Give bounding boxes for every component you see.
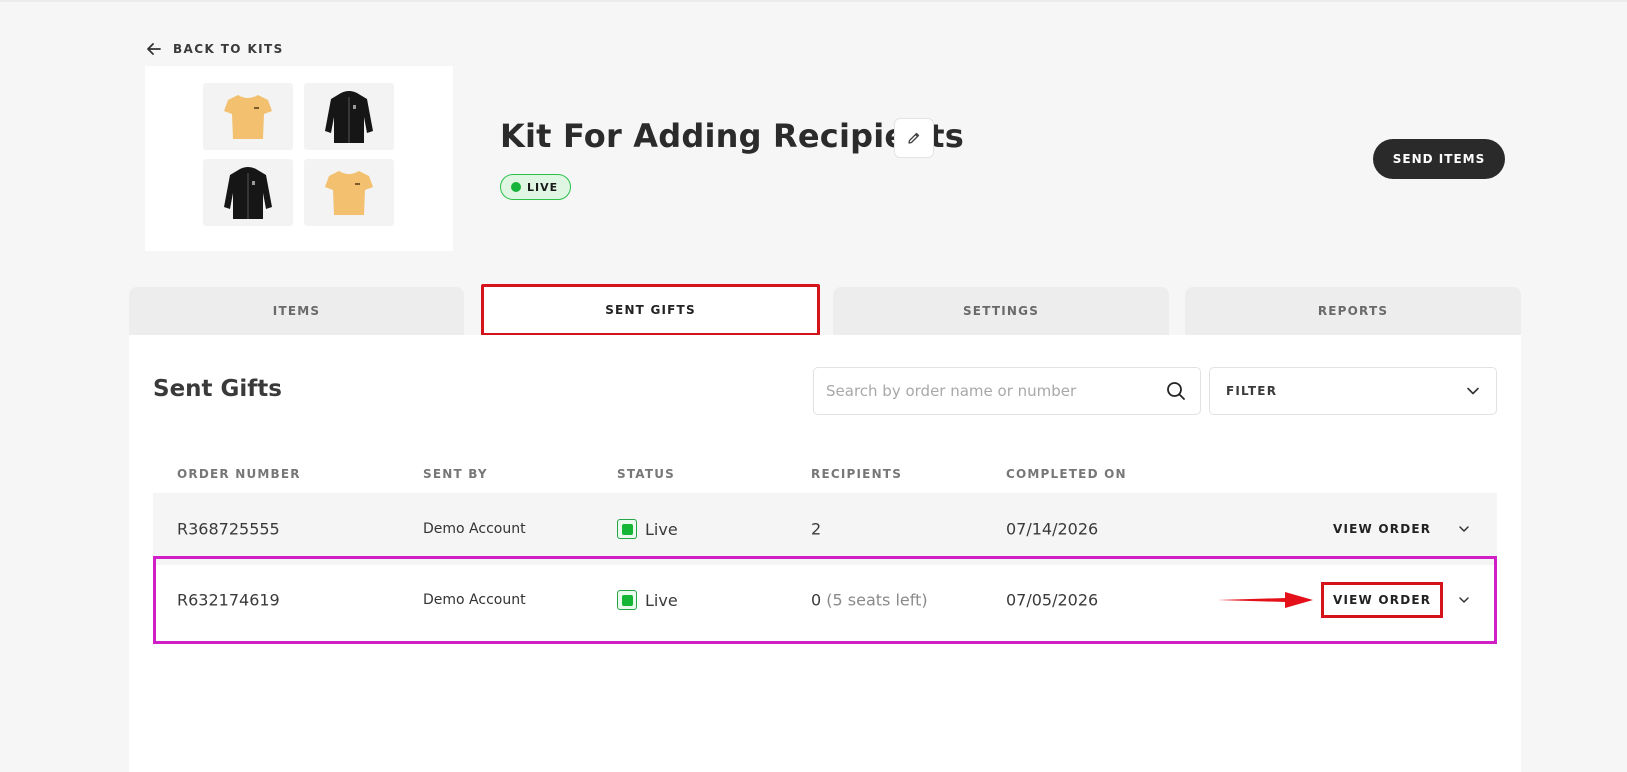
thumbnail-tshirt — [203, 83, 293, 150]
filter-label: FILTER — [1226, 384, 1278, 398]
seats-left: (5 seats left) — [826, 590, 928, 610]
completed-on: 07/05/2026 — [1006, 590, 1099, 610]
chevron-down-icon[interactable] — [1457, 522, 1471, 536]
tab-settings[interactable]: SETTINGS — [833, 287, 1169, 335]
recipients-count: 0 — [811, 590, 822, 610]
status-label: Live — [645, 519, 678, 539]
order-number: R632174619 — [177, 590, 280, 610]
thumbnail-hoodie — [203, 159, 293, 226]
search-icon[interactable] — [1166, 381, 1186, 401]
tshirt-icon — [325, 170, 373, 215]
tab-sent-gifts[interactable]: SENT GIFTS — [481, 284, 820, 336]
chevron-down-icon[interactable] — [1457, 593, 1471, 607]
sent-by: Demo Account — [423, 521, 526, 537]
filter-dropdown[interactable]: FILTER — [1209, 367, 1497, 415]
kit-status-label: LIVE — [527, 180, 559, 194]
status-dot-icon — [511, 182, 521, 192]
top-border — [0, 0, 1627, 2]
send-items-button[interactable]: SEND ITEMS — [1373, 139, 1505, 179]
recipients: 0 (5 seats left) — [811, 591, 928, 610]
status-cell: Live — [617, 519, 678, 539]
hoodie-icon — [325, 90, 373, 143]
recipients-count: 2 — [811, 519, 822, 539]
kit-status-badge: LIVE — [500, 174, 572, 200]
edit-title-button[interactable] — [894, 118, 934, 158]
column-header-order-number: ORDER NUMBER — [177, 467, 301, 481]
tab-reports[interactable]: REPORTS — [1185, 287, 1521, 335]
hoodie-icon — [224, 166, 272, 219]
view-order-button[interactable]: VIEW ORDER — [1333, 522, 1431, 536]
recipients: 2 — [811, 520, 821, 539]
search-field[interactable] — [813, 367, 1201, 415]
annotation-arrow-icon — [1217, 592, 1313, 608]
column-header-status: STATUS — [617, 467, 676, 481]
tshirt-icon — [224, 94, 272, 139]
kit-thumbnails — [145, 66, 453, 251]
sent-by: Demo Account — [423, 592, 526, 608]
column-header-recipients: RECIPIENTS — [811, 467, 903, 481]
live-status-icon — [617, 590, 637, 610]
thumbnail-tshirt — [304, 159, 394, 226]
status-label: Live — [645, 590, 678, 610]
order-number: R368725555 — [177, 519, 280, 539]
completed-on: 07/14/2026 — [1006, 519, 1099, 539]
thumbnail-hoodie — [304, 83, 394, 150]
arrow-left-icon — [147, 43, 161, 55]
column-header-sent-by: SENT BY — [423, 467, 488, 481]
search-input[interactable] — [814, 368, 1144, 414]
section-title: Sent Gifts — [153, 376, 282, 402]
live-status-icon — [617, 519, 637, 539]
view-order-button[interactable]: VIEW ORDER — [1321, 582, 1444, 618]
table-row[interactable]: R368725555 Demo Account Live 2 07/14/202… — [153, 493, 1497, 565]
status-cell: Live — [617, 590, 678, 610]
pencil-icon — [908, 132, 920, 144]
column-header-completed-on: COMPLETED ON — [1006, 467, 1127, 481]
chevron-down-icon — [1467, 387, 1479, 395]
back-to-kits-link[interactable]: BACK TO KITS — [145, 40, 284, 58]
tab-items[interactable]: ITEMS — [129, 287, 464, 335]
back-to-kits-label: BACK TO KITS — [173, 42, 284, 56]
